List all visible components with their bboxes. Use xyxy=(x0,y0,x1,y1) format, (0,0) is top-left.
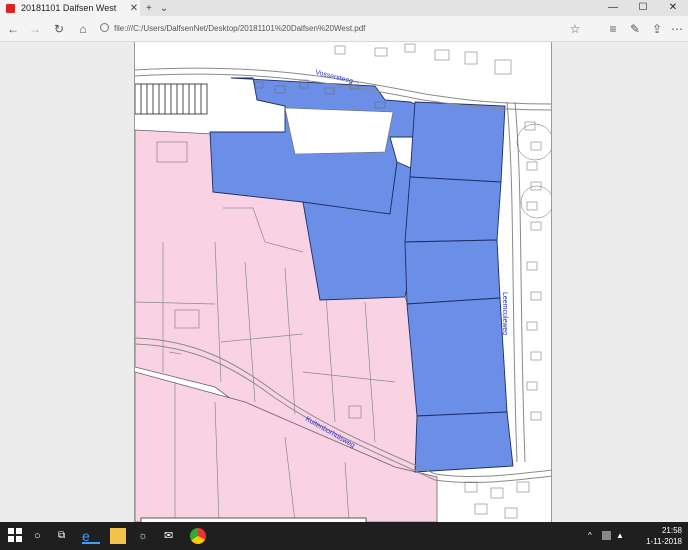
tab-close-icon[interactable]: ✕ xyxy=(128,3,140,14)
tab-bar: 20181101 Dalfsen West ✕ + ⌄ — ☐ ✕ xyxy=(0,0,688,16)
pen-icon[interactable]: ✎ xyxy=(626,20,644,38)
url-text: file:///C:/Users/DalfsenNet/Desktop/2018… xyxy=(114,24,366,33)
back-icon[interactable]: ← xyxy=(4,20,22,38)
tab-title: 20181101 Dalfsen West xyxy=(21,3,117,13)
clock-date: 1-11-2018 xyxy=(646,537,682,546)
taskbar: ○ ⧉ e ☼ ✉ ^ ▲ 21:58 1-11-2018 xyxy=(0,522,688,550)
share-icon[interactable]: ⇪ xyxy=(648,20,666,38)
new-tab-icon[interactable]: + xyxy=(146,3,152,14)
map-hatched-block xyxy=(135,83,208,115)
map-street-east xyxy=(506,101,518,463)
windows-start-icon[interactable] xyxy=(8,528,22,544)
file-explorer-icon[interactable] xyxy=(110,528,126,544)
pdf-icon xyxy=(6,3,15,13)
url-field[interactable]: file:///C:/Users/DalfsenNet/Desktop/2018… xyxy=(100,20,590,38)
more-icon[interactable]: ⋯ xyxy=(668,20,686,38)
chrome-icon[interactable] xyxy=(190,528,206,544)
info-icon xyxy=(100,23,109,32)
home-icon[interactable]: ⌂ xyxy=(74,20,92,38)
map-blue-parcel-east-5 xyxy=(414,411,514,473)
map-blue-parcel-east-1 xyxy=(409,101,506,183)
mail-icon[interactable]: ✉ xyxy=(164,528,180,544)
refresh-icon[interactable]: ↻ xyxy=(50,20,68,38)
map-blue-parcel-east-4 xyxy=(406,297,508,417)
search-icon[interactable]: ○ xyxy=(34,528,48,544)
edge-icon[interactable]: e xyxy=(82,528,100,544)
address-bar: ← → ↻ ⌂ file:///C:/Users/DalfsenNet/Desk… xyxy=(0,16,688,42)
network-icon[interactable]: ▲ xyxy=(616,531,625,540)
clock-time: 21:58 xyxy=(661,526,682,535)
map-figure: Vossersteeg Leemculeweg Kuitenborhuisweg xyxy=(135,43,551,522)
tab-list-icon[interactable]: ⌄ xyxy=(160,3,168,14)
reading-list-icon[interactable]: ≡ xyxy=(604,20,622,38)
app-icon[interactable]: ☼ xyxy=(138,528,154,544)
pdf-page: Vossersteeg Leemculeweg Kuitenborhuisweg xyxy=(134,42,552,522)
close-button[interactable]: ✕ xyxy=(658,0,688,16)
tray-chevron-icon[interactable]: ^ xyxy=(588,531,597,540)
map-white-cutout xyxy=(284,107,394,155)
pdf-viewer[interactable]: Vossersteeg Leemculeweg Kuitenborhuisweg xyxy=(0,42,688,522)
system-clock[interactable]: 21:58 1-11-2018 xyxy=(646,525,682,547)
battery-icon[interactable] xyxy=(602,531,611,540)
favorite-star-icon[interactable]: ☆ xyxy=(566,20,584,38)
tab-active[interactable]: 20181101 Dalfsen West ✕ xyxy=(0,0,140,16)
maximize-button[interactable]: ☐ xyxy=(628,0,658,16)
task-view-icon[interactable]: ⧉ xyxy=(58,528,72,544)
forward-icon[interactable]: → xyxy=(26,20,44,38)
street-label-leemculeweg: Leemculeweg xyxy=(501,292,508,335)
map-blue-parcel-east-3 xyxy=(404,239,501,305)
map-blue-parcel-east-2 xyxy=(404,176,502,243)
minimize-button[interactable]: — xyxy=(598,0,628,16)
browser-window: 20181101 Dalfsen West ✕ + ⌄ — ☐ ✕ ← → ↻ … xyxy=(0,0,688,550)
